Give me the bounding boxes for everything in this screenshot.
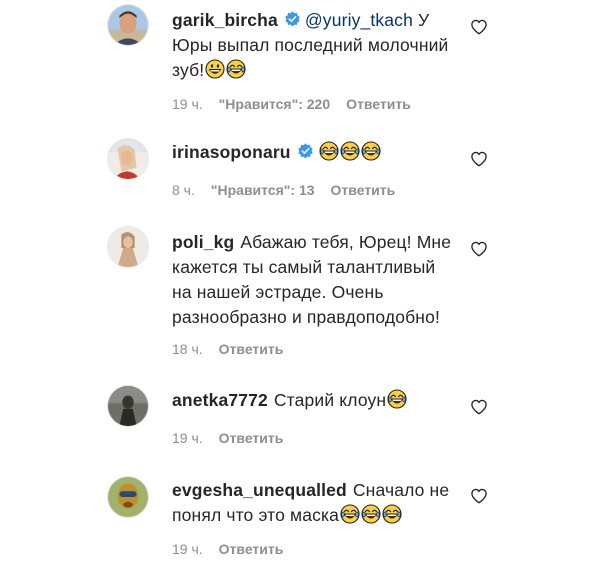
like-heart-icon[interactable] bbox=[470, 240, 488, 258]
comment-text: garik_bircha @yuriy_tkach У Юры выпал пос… bbox=[172, 8, 457, 83]
reply-button[interactable]: Ответить bbox=[219, 341, 284, 357]
avatar[interactable] bbox=[107, 226, 149, 268]
laughing-tears-emoji-icon bbox=[319, 141, 339, 161]
username[interactable]: poli_kg bbox=[172, 232, 234, 252]
comment-meta: 19 ч. Ответить bbox=[172, 430, 299, 446]
laughing-tears-emoji-icon bbox=[361, 504, 381, 524]
comment-meta: 19 ч. Ответить bbox=[172, 541, 299, 557]
laughing-tears-emoji-icon bbox=[226, 59, 246, 79]
username[interactable]: anetka7772 bbox=[172, 390, 268, 410]
laughing-tears-emoji-icon bbox=[340, 504, 360, 524]
like-heart-icon[interactable] bbox=[470, 398, 488, 416]
reply-button[interactable]: Ответить bbox=[346, 96, 411, 112]
comment-meta: 18 ч. Ответить bbox=[172, 341, 299, 357]
comment-text: evgesha_unequalled Сначало не понял что э… bbox=[172, 478, 457, 528]
laughing-tears-emoji-icon bbox=[382, 504, 402, 524]
avatar[interactable] bbox=[107, 385, 149, 427]
avatar[interactable] bbox=[107, 4, 149, 46]
laughing-tears-emoji-icon bbox=[340, 141, 360, 161]
username[interactable]: evgesha_unequalled bbox=[172, 480, 347, 500]
comment-time: 19 ч. bbox=[172, 96, 203, 112]
grinning-emoji-icon bbox=[205, 59, 225, 79]
verified-badge-icon bbox=[284, 11, 301, 28]
username[interactable]: irinasoponaru bbox=[172, 142, 291, 162]
comment-time: 18 ч. bbox=[172, 341, 203, 357]
reply-button[interactable]: Ответить bbox=[331, 182, 396, 198]
username[interactable]: garik_bircha bbox=[172, 10, 278, 30]
avatar[interactable] bbox=[107, 476, 149, 518]
laughing-tears-emoji-icon bbox=[361, 141, 381, 161]
comment-time: 19 ч. bbox=[172, 541, 203, 557]
likes-count[interactable]: "Нравится": 13 bbox=[211, 182, 315, 198]
reply-button[interactable]: Ответить bbox=[219, 430, 284, 446]
comment-text: anetka7772 Старий клоун bbox=[172, 388, 457, 413]
comment-time: 8 ч. bbox=[172, 182, 195, 198]
laughing-tears-emoji-icon bbox=[387, 389, 407, 409]
comment-meta: 19 ч. "Нравится": 220 Ответить bbox=[172, 96, 427, 112]
comment-text: irinasoponaru bbox=[172, 140, 457, 165]
comment-meta: 8 ч. "Нравится": 13 Ответить bbox=[172, 182, 411, 198]
comment-body: Старий клоун bbox=[273, 390, 387, 410]
like-heart-icon[interactable] bbox=[470, 487, 488, 505]
avatar[interactable] bbox=[107, 138, 149, 180]
comment-text: poli_kg Абажаю тебя, Юрец! Мне кажется ты… bbox=[172, 230, 457, 330]
likes-count[interactable]: "Нравится": 220 bbox=[219, 96, 330, 112]
like-heart-icon[interactable] bbox=[470, 18, 488, 36]
mention-link[interactable]: @yuriy_tkach bbox=[305, 10, 413, 30]
comment-time: 19 ч. bbox=[172, 430, 203, 446]
verified-badge-icon bbox=[297, 143, 314, 160]
reply-button[interactable]: Ответить bbox=[219, 541, 284, 557]
like-heart-icon[interactable] bbox=[470, 150, 488, 168]
